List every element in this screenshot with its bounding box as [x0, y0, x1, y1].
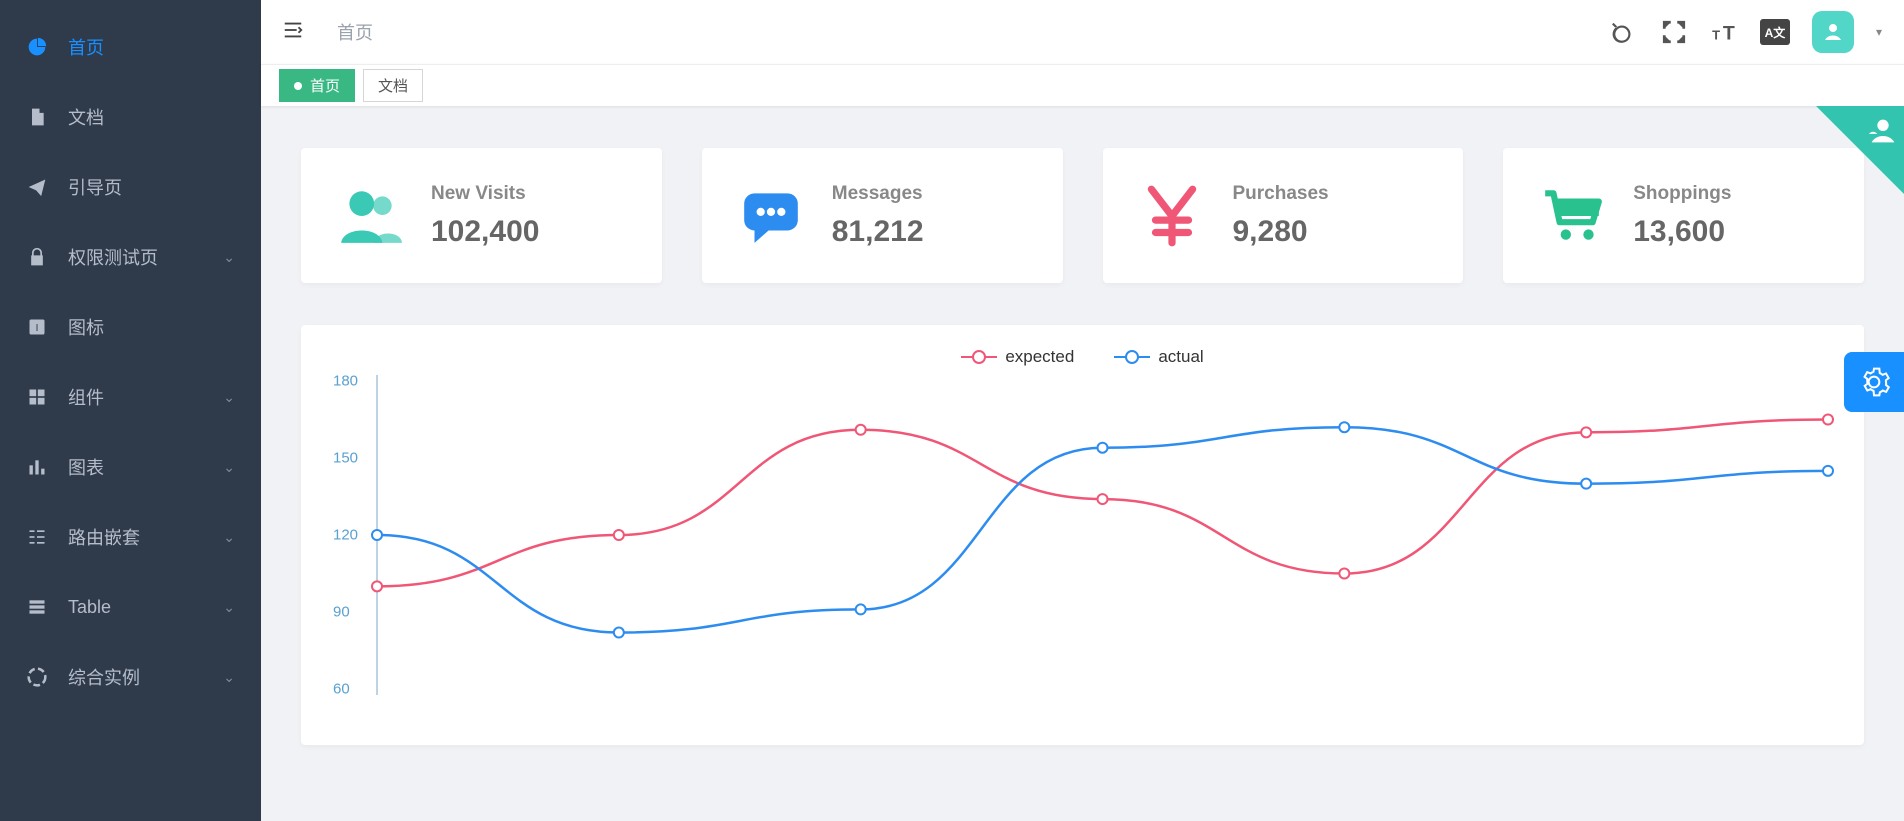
sidebar: 首页 文档 引导页 权限测试页 ⌄ I 图标 组件 ⌄ 图表 ⌄ 路由嵌套 ⌄ …	[0, 0, 261, 821]
tab-doc[interactable]: 文档	[363, 69, 423, 102]
sidebar-item-home[interactable]: 首页	[0, 12, 261, 82]
sidebar-item-label: 首页	[68, 34, 104, 60]
sidebar-item-label: 图表	[68, 454, 104, 480]
y-tick: 60	[333, 681, 350, 698]
sidebar-item-nested[interactable]: 路由嵌套 ⌄	[0, 502, 261, 572]
search-icon[interactable]	[1610, 18, 1638, 46]
sidebar-item-permission[interactable]: 权限测试页 ⌄	[0, 222, 261, 292]
y-tick: 120	[333, 527, 358, 544]
avatar[interactable]	[1812, 11, 1854, 53]
tab-label: 文档	[378, 75, 408, 96]
card-title: Messages	[832, 183, 924, 205]
table-icon	[26, 596, 48, 618]
stat-cards: New Visits 102,400 Messages 81,212 Purch…	[301, 148, 1864, 283]
settings-tab[interactable]	[1844, 352, 1904, 412]
main: 首页 TT A文 ▾ 首页 文档 New Visits 102,400	[261, 0, 1904, 821]
people-icon	[335, 181, 405, 251]
chart-plot: 60 90 120 150 180	[321, 375, 1844, 695]
legend-actual-icon	[1114, 356, 1150, 358]
sidebar-item-component[interactable]: 组件 ⌄	[0, 362, 261, 432]
chevron-down-icon: ⌄	[223, 389, 235, 406]
sidebar-item-label: 综合实例	[68, 664, 140, 690]
svg-text:T: T	[1723, 23, 1735, 45]
card-value: 9,280	[1233, 215, 1329, 249]
chevron-down-icon: ⌄	[223, 459, 235, 476]
sidebar-item-icons[interactable]: I 图标	[0, 292, 261, 362]
card-value: 102,400	[431, 215, 539, 249]
svg-text:T: T	[1712, 28, 1720, 43]
doc-icon	[26, 106, 48, 128]
sidebar-item-table[interactable]: Table ⌄	[0, 572, 261, 642]
sidebar-item-label: 组件	[68, 384, 104, 410]
fontsize-icon[interactable]: TT	[1710, 18, 1738, 46]
lock-icon	[26, 246, 48, 268]
component-icon	[26, 386, 48, 408]
example-icon	[26, 666, 48, 688]
sidebar-item-label: 权限测试页	[68, 244, 158, 270]
yen-icon	[1137, 181, 1207, 251]
sidebar-item-label: 路由嵌套	[68, 524, 140, 550]
nested-icon	[26, 526, 48, 548]
avatar-dropdown-icon[interactable]: ▾	[1876, 25, 1882, 39]
chevron-down-icon: ⌄	[223, 529, 235, 546]
chart-legend: expected actual	[321, 347, 1844, 367]
card-messages[interactable]: Messages 81,212	[702, 148, 1063, 283]
sidebar-item-label: 图标	[68, 314, 104, 340]
tab-label: 首页	[310, 75, 340, 96]
breadcrumb: 首页	[337, 19, 373, 45]
svg-text:I: I	[36, 323, 39, 334]
hamburger-icon[interactable]	[281, 19, 305, 46]
navbar-right: TT A文 ▾	[1610, 11, 1904, 53]
sidebar-item-label: 引导页	[68, 174, 122, 200]
sidebar-item-chart[interactable]: 图表 ⌄	[0, 432, 261, 502]
card-shoppings[interactable]: Shoppings 13,600	[1503, 148, 1864, 283]
fullscreen-icon[interactable]	[1660, 18, 1688, 46]
line-chart: expected actual 60 90 120 150 180	[301, 325, 1864, 745]
chevron-down-icon: ⌄	[223, 669, 235, 686]
sidebar-item-label: 文档	[68, 104, 104, 130]
card-value: 81,212	[832, 215, 924, 249]
corner-ribbon[interactable]	[1816, 106, 1904, 194]
icons-icon: I	[26, 316, 48, 338]
legend-expected[interactable]: expected	[961, 347, 1074, 367]
chevron-down-icon: ⌄	[223, 599, 235, 616]
dashboard-icon	[26, 36, 48, 58]
y-tick: 150	[333, 450, 358, 467]
content: New Visits 102,400 Messages 81,212 Purch…	[261, 106, 1904, 821]
sidebar-item-guide[interactable]: 引导页	[0, 152, 261, 222]
card-value: 13,600	[1633, 215, 1731, 249]
cart-icon	[1537, 181, 1607, 251]
legend-label: actual	[1158, 347, 1203, 367]
sidebar-item-label: Table	[68, 597, 111, 618]
legend-actual[interactable]: actual	[1114, 347, 1203, 367]
sidebar-item-example[interactable]: 综合实例 ⌄	[0, 642, 261, 712]
card-purchases[interactable]: Purchases 9,280	[1103, 148, 1464, 283]
legend-label: expected	[1005, 347, 1074, 367]
message-icon	[736, 181, 806, 251]
navbar: 首页 TT A文 ▾	[261, 0, 1904, 64]
chevron-down-icon: ⌄	[223, 249, 235, 266]
legend-expected-icon	[961, 356, 997, 358]
tab-home[interactable]: 首页	[279, 69, 355, 102]
tabs: 首页 文档	[261, 64, 1904, 106]
y-tick: 90	[333, 604, 350, 621]
card-title: Purchases	[1233, 183, 1329, 205]
card-new-visits[interactable]: New Visits 102,400	[301, 148, 662, 283]
sidebar-item-doc[interactable]: 文档	[0, 82, 261, 152]
y-tick: 180	[333, 373, 358, 390]
chart-icon	[26, 456, 48, 478]
paper-plane-icon	[26, 176, 48, 198]
translate-icon[interactable]: A文	[1760, 19, 1790, 45]
card-title: Shoppings	[1633, 183, 1731, 205]
card-title: New Visits	[431, 183, 539, 205]
